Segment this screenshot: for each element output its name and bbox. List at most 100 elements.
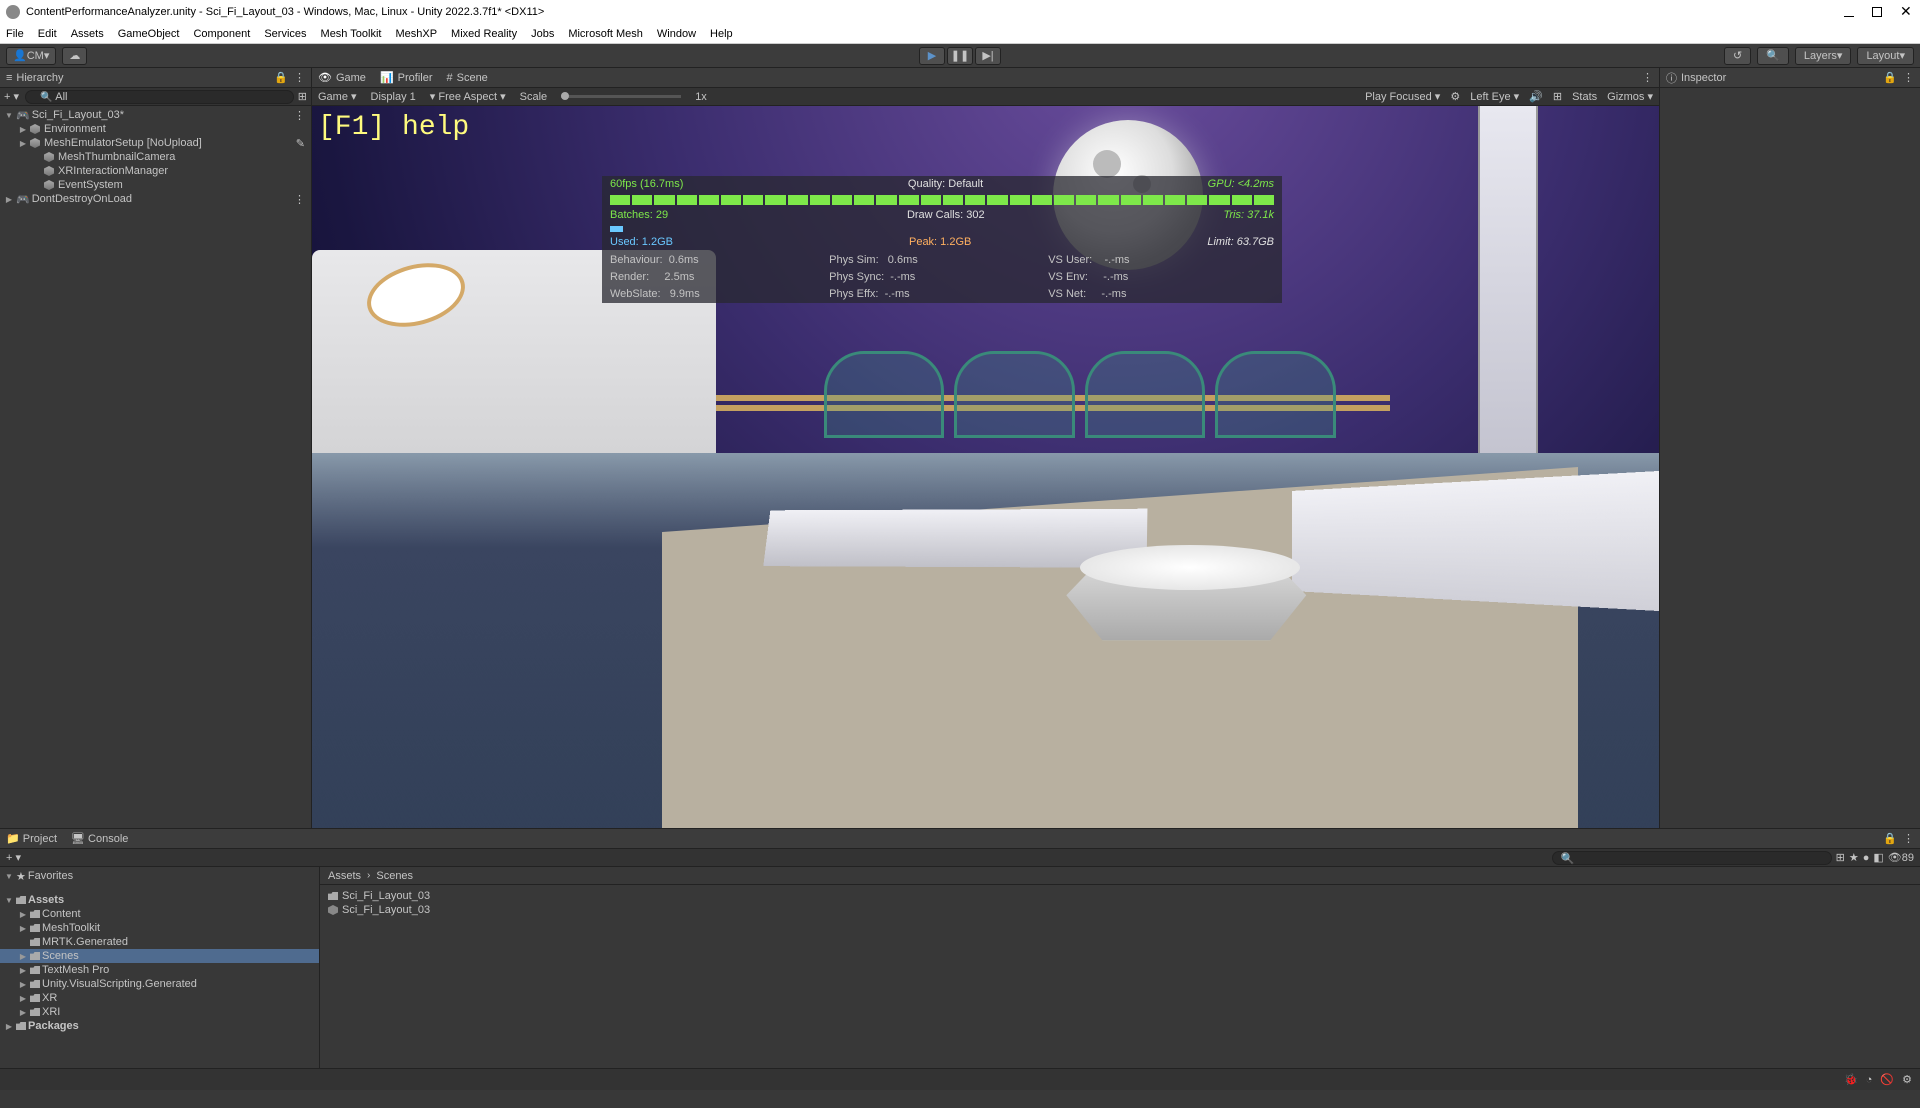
tab-console[interactable]: 🖥 Console [71, 832, 128, 845]
project-folder[interactable]: ▶ XR [0, 991, 319, 1005]
tab-scene[interactable]: # Scene [446, 72, 487, 84]
status-icon[interactable]: 🐞 [1844, 1073, 1858, 1086]
menu-file[interactable]: File [6, 28, 24, 40]
perf-stats-overlay: 60fps (16.7ms)Quality: DefaultGPU: <4.2m… [602, 176, 1282, 303]
project-folder-selected[interactable]: ▶ Scenes [0, 949, 319, 963]
hierarchy-item[interactable]: ▶MeshEmulatorSetup [NoUpload]✎ [0, 136, 311, 150]
grid-icon[interactable]: ⊞ [1553, 90, 1562, 103]
menu-services[interactable]: Services [264, 28, 306, 40]
menu-edit[interactable]: Edit [38, 28, 57, 40]
project-folder[interactable]: ▶ Content [0, 907, 319, 921]
scale-slider[interactable] [561, 95, 681, 98]
hierarchy-menu-icon[interactable]: ⋮ [294, 71, 305, 84]
content-folder[interactable]: Sci_Fi_Layout_03 [328, 889, 1912, 903]
project-filter-4[interactable]: ◧ [1873, 851, 1883, 864]
search-button[interactable]: 🔍 [1757, 47, 1789, 65]
pause-button[interactable]: ❚❚ [947, 47, 973, 65]
hierarchy-item[interactable]: XRInteractionManager [0, 164, 311, 178]
maximize-button[interactable] [1872, 7, 1882, 17]
project-folder[interactable]: ▶ XRI [0, 1005, 319, 1019]
hierarchy-panel: ≡ Hierarchy 🔒 ⋮ + ▾ 🔍 All ⊞ ▼🎮 Sci_Fi_La… [0, 68, 312, 828]
menu-mixedreality[interactable]: Mixed Reality [451, 28, 517, 40]
packages-root[interactable]: ▶ Packages [0, 1019, 319, 1033]
inspector-menu-icon[interactable]: ⋮ [1903, 71, 1914, 84]
menu-window[interactable]: Window [657, 28, 696, 40]
project-add-button[interactable]: + ▾ [6, 851, 21, 864]
status-bar: 🐞 ◔ 🚫 ⚙ [0, 1068, 1920, 1090]
project-filter-3[interactable]: ● [1863, 852, 1870, 864]
project-menu-icon[interactable]: ⋮ [1903, 832, 1914, 845]
hierarchy-scene-root[interactable]: ▼🎮 Sci_Fi_Layout_03*⋮ [0, 108, 311, 122]
game-mode-dropdown[interactable]: Game ▾ [318, 90, 357, 103]
hierarchy-item[interactable]: MeshThumbnailCamera [0, 150, 311, 164]
aspect-dropdown[interactable]: ▾ Free Aspect ▾ [430, 90, 506, 103]
content-scene[interactable]: Sci_Fi_Layout_03 [328, 903, 1912, 917]
project-folder[interactable]: ▶ TextMesh Pro [0, 963, 319, 977]
project-folder[interactable]: MRTK.Generated [0, 935, 319, 949]
hierarchy-add-button[interactable]: + ▾ [4, 90, 19, 103]
layers-dropdown[interactable]: Layers ▾ [1795, 47, 1852, 65]
play-button[interactable]: ▶ [919, 47, 945, 65]
step-button[interactable]: ▶| [975, 47, 1001, 65]
hierarchy-item[interactable]: EventSystem [0, 178, 311, 192]
hierarchy-filter-icon[interactable]: ⊞ [298, 90, 307, 103]
menu-assets[interactable]: Assets [71, 28, 104, 40]
account-button[interactable]: 👤 CM ▾ [6, 47, 56, 65]
menu-meshtoolkit[interactable]: Mesh Toolkit [321, 28, 382, 40]
pen-icon: ✎ [296, 137, 305, 150]
project-root[interactable]: ▼ Assets [0, 893, 319, 907]
menu-meshxp[interactable]: MeshXP [395, 28, 437, 40]
status-icon[interactable]: ⚙ [1902, 1073, 1912, 1086]
game-panel: 👁 Game 📊 Profiler # Scene ⋮ Game ▾ Displ… [312, 68, 1660, 828]
help-overlay: [F1] help [318, 112, 469, 143]
tab-project[interactable]: 📁 Project [6, 832, 57, 845]
tubes-object [824, 351, 1336, 438]
project-folder[interactable]: ▶ Unity.VisualScripting.Generated [0, 977, 319, 991]
hierarchy-tab[interactable]: ≡ Hierarchy [6, 72, 64, 84]
holo-table-top [1080, 545, 1300, 590]
settings-icon[interactable]: ⚙ [1450, 90, 1460, 103]
favorites-section[interactable]: ▼★ Favorites [0, 869, 319, 883]
game-viewport[interactable]: [F1] help 60fps (16.7ms)Quality: Default… [312, 106, 1659, 828]
menu-component[interactable]: Component [193, 28, 250, 40]
inspector-lock-icon[interactable]: 🔒 [1883, 71, 1897, 84]
main-toolbar: 👤 CM ▾ ☁ ▶ ❚❚ ▶| ↺ 🔍 Layers ▾ Layout ▾ [0, 44, 1920, 68]
display-dropdown[interactable]: Display 1 [371, 91, 416, 103]
project-folder[interactable]: ▶ MeshToolkit [0, 921, 319, 935]
project-lock-icon[interactable]: 🔒 [1883, 832, 1897, 845]
tab-game[interactable]: 👁 Game [318, 71, 366, 84]
hierarchy-lock-icon[interactable]: 🔒 [274, 71, 288, 84]
gizmos-dropdown[interactable]: Gizmos ▾ [1607, 90, 1653, 103]
eye-dropdown[interactable]: Left Eye ▾ [1470, 90, 1519, 103]
cloud-button[interactable]: ☁ [62, 47, 87, 65]
status-icon[interactable]: 🚫 [1880, 1073, 1894, 1086]
project-filter-1[interactable]: ⊞ [1836, 851, 1845, 864]
undo-history-button[interactable]: ↺ [1724, 47, 1751, 65]
breadcrumb: Assets › Scenes [320, 867, 1920, 885]
hierarchy-item[interactable]: ▶Environment [0, 122, 311, 136]
project-filter-2[interactable]: ★ [1849, 851, 1859, 864]
panel-menu-icon[interactable]: ⋮ [1642, 71, 1653, 84]
audio-icon[interactable]: 🔊 [1529, 90, 1543, 103]
play-focused-dropdown[interactable]: Play Focused ▾ [1365, 90, 1440, 103]
menu-jobs[interactable]: Jobs [531, 28, 554, 40]
project-search[interactable]: 🔍 [1552, 851, 1832, 865]
layout-dropdown[interactable]: Layout ▾ [1857, 47, 1914, 65]
menu-gameobject[interactable]: GameObject [118, 28, 180, 40]
inspector-tab[interactable]: ⓘ Inspector [1666, 70, 1726, 86]
breadcrumb-item[interactable]: Scenes [376, 870, 413, 882]
inspector-panel: ⓘ Inspector 🔒 ⋮ [1660, 68, 1920, 828]
breadcrumb-item[interactable]: Assets [328, 870, 361, 882]
close-button[interactable]: ✕ [1900, 7, 1910, 17]
menu-microsoftmesh[interactable]: Microsoft Mesh [568, 28, 643, 40]
tab-profiler[interactable]: 📊 Profiler [380, 71, 433, 84]
project-hidden-count[interactable]: 👁89 [1888, 851, 1914, 864]
hierarchy-search[interactable]: 🔍 All [25, 90, 294, 104]
menu-help[interactable]: Help [710, 28, 733, 40]
hierarchy-tree: ▼🎮 Sci_Fi_Layout_03*⋮ ▶Environment ▶Mesh… [0, 106, 311, 828]
hierarchy-dontdestroy[interactable]: ▶🎮 DontDestroyOnLoad⋮ [0, 192, 311, 206]
minimize-button[interactable] [1844, 7, 1854, 17]
stats-button[interactable]: Stats [1572, 91, 1597, 103]
status-icon[interactable]: ◔ [1866, 1074, 1873, 1086]
tower-object [1478, 106, 1538, 453]
